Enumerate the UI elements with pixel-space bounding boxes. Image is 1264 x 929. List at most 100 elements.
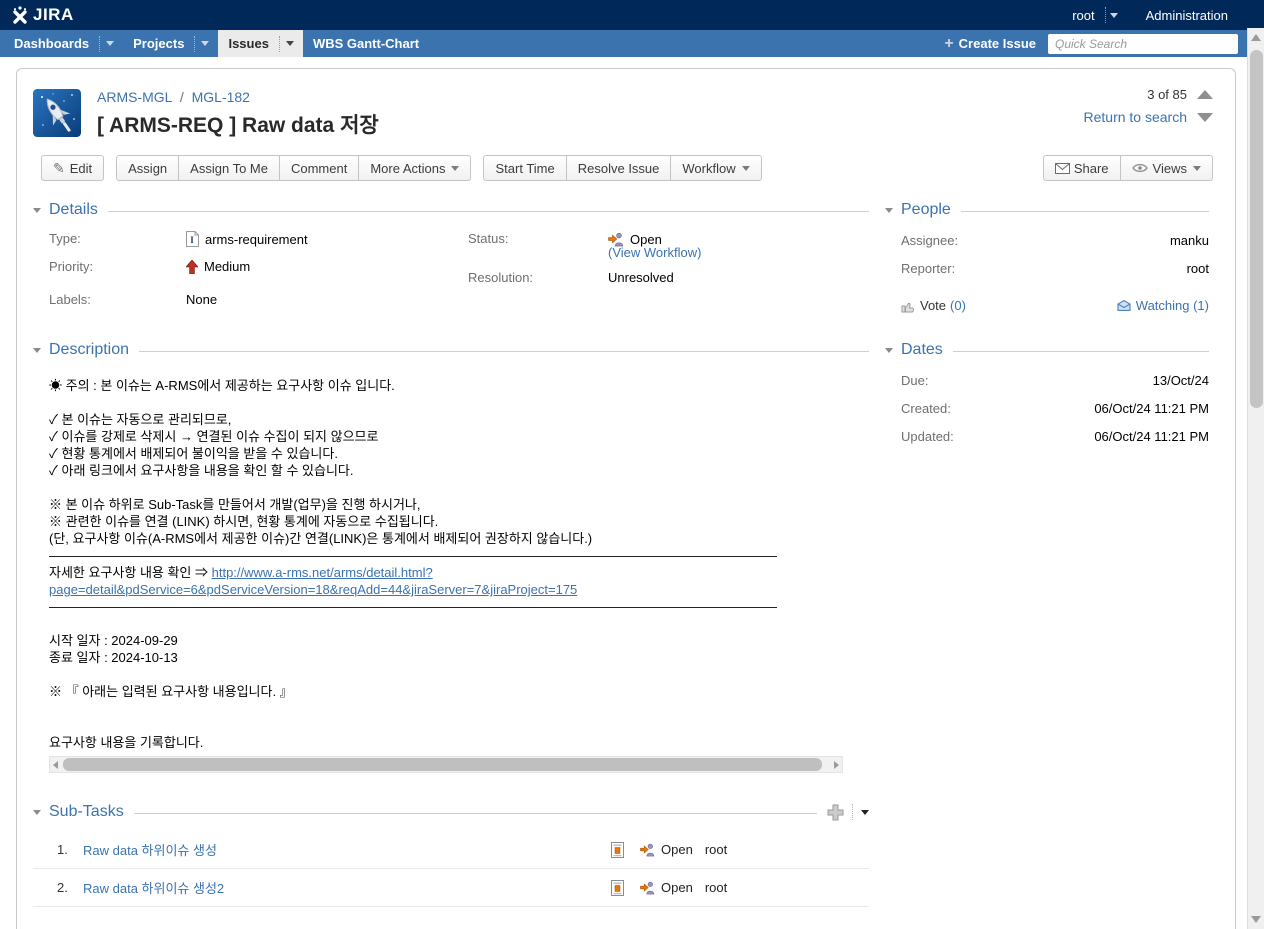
quick-search-input[interactable] (1048, 34, 1238, 54)
subtask-link[interactable]: Raw data 하위이슈 생성 (83, 843, 217, 858)
status-open-icon (640, 880, 655, 895)
envelope-icon (1055, 163, 1070, 174)
more-actions-button[interactable]: More Actions (359, 155, 471, 181)
resolution-label: Resolution: (468, 270, 608, 285)
assignee-label: Assignee: (901, 233, 958, 248)
updated-label: Updated: (901, 429, 954, 444)
due-value: 13/Oct/24 (1153, 373, 1209, 388)
people-heading: People (901, 201, 951, 219)
collapse-icon[interactable] (33, 810, 41, 815)
jira-logo[interactable]: JIRA (10, 5, 74, 25)
collapse-icon[interactable] (885, 208, 893, 213)
type-label: Type: (49, 231, 186, 246)
return-to-search-link[interactable]: Return to search (1084, 109, 1188, 125)
subtask-type-icon (611, 842, 624, 858)
subtask-link[interactable]: Raw data 하위이슈 생성2 (83, 881, 224, 896)
scroll-down-icon[interactable] (1251, 916, 1261, 923)
labels-label: Labels: (49, 292, 186, 307)
nav-dashboards[interactable]: Dashboards (4, 30, 123, 57)
nav-projects-dropdown[interactable] (194, 36, 218, 52)
breadcrumb-project-link[interactable]: ARMS-MGL (97, 89, 172, 105)
breadcrumb-issue-key-link[interactable]: MGL-182 (192, 89, 250, 105)
priority-value: Medium (186, 259, 250, 274)
dates-module: Dates Due: 13/Oct/24 Created: 06/Oct/24 … (885, 341, 1209, 444)
user-menu-caret-icon[interactable] (1110, 13, 1118, 18)
type-value: I arms-requirement (186, 231, 308, 247)
divider (108, 211, 869, 212)
pencil-icon: ✎ (53, 160, 65, 177)
requirement-type-icon: I (186, 231, 199, 247)
scrollbar-thumb[interactable] (63, 758, 822, 771)
jira-logo-text: JIRA (33, 5, 74, 25)
svg-text:I: I (190, 235, 194, 245)
collapse-icon[interactable] (885, 348, 893, 353)
nav-projects[interactable]: Projects (123, 30, 218, 57)
resolve-issue-button[interactable]: Resolve Issue (567, 155, 672, 181)
collapse-icon[interactable] (33, 208, 41, 213)
subtask-options-caret-icon[interactable] (861, 810, 869, 815)
nav-wbs-gantt-chart[interactable]: WBS Gantt-Chart (303, 30, 429, 57)
divider (961, 211, 1209, 212)
subtask-row: 2. Raw data 하위이슈 생성2 (33, 869, 869, 907)
issue-toolbar: ✎ Edit Assign Assign To Me Comment More … (41, 155, 1213, 181)
chevron-down-icon (1193, 166, 1201, 171)
priority-medium-icon (186, 260, 198, 274)
comment-button[interactable]: Comment (280, 155, 359, 181)
view-workflow-link[interactable]: (View Workflow) (608, 245, 701, 260)
project-avatar-rocket[interactable] (33, 89, 81, 137)
jira-charlie-icon (10, 5, 30, 25)
user-menu[interactable]: root (1066, 8, 1100, 23)
created-label: Created: (901, 401, 951, 416)
dash-divider: ――――――――――――――――――――――――――――――――――――――――… (49, 598, 869, 615)
administration-link[interactable]: Administration (1140, 8, 1234, 23)
assign-button[interactable]: Assign (116, 155, 179, 181)
description-text: ☀ 주의 : 본 이슈는 A-RMS에서 제공하는 요구사항 이슈 입니다. ✓… (33, 359, 869, 751)
subtask-status: Open (661, 880, 693, 895)
breadcrumb: ARMS-MGL / MGL-182 (97, 89, 1213, 105)
nav-dashboards-dropdown[interactable] (99, 36, 123, 52)
pager-count: 3 of 85 (1147, 87, 1187, 102)
status-open-icon (640, 842, 655, 857)
people-module: People Assignee: manku Reporter: root (885, 201, 1209, 313)
previous-issue-icon[interactable] (1197, 90, 1213, 99)
details-heading: Details (49, 201, 98, 219)
nav-issues[interactable]: Issues (218, 30, 302, 57)
workflow-button[interactable]: Workflow (671, 155, 761, 181)
edit-button[interactable]: ✎ Edit (41, 155, 104, 181)
description-horizontal-scrollbar[interactable] (49, 756, 843, 773)
nav-issues-dropdown[interactable] (279, 36, 303, 52)
details-module: Details Type: I (33, 201, 869, 319)
scrollbar-thumb[interactable] (1250, 50, 1263, 408)
chevron-down-icon (742, 166, 750, 171)
divider (1105, 7, 1106, 23)
plus-icon (827, 804, 844, 821)
page-vertical-scrollbar[interactable] (1247, 28, 1264, 929)
divider (953, 351, 1209, 352)
plus-icon: + (944, 35, 953, 53)
updated-value: 06/Oct/24 11:21 PM (1094, 429, 1209, 444)
assign-to-me-button[interactable]: Assign To Me (179, 155, 280, 181)
requirement-detail-link-continued[interactable]: page=detail&pdService=6&pdServiceVersion… (49, 582, 577, 597)
collapse-icon[interactable] (33, 348, 41, 353)
due-label: Due: (901, 373, 928, 388)
add-subtask-button[interactable] (827, 804, 844, 821)
assignee-value: manku (1170, 233, 1209, 248)
dash-divider: ――――――――――――――――――――――――――――――――――――――――… (49, 547, 869, 564)
start-time-button[interactable]: Start Time (483, 155, 566, 181)
subtask-assignee: root (705, 880, 727, 895)
divider (134, 813, 817, 814)
thumbs-up-icon (901, 299, 915, 313)
watching-button[interactable]: Watching (1) (1117, 298, 1209, 313)
scroll-up-icon[interactable] (1251, 34, 1261, 41)
vote-button[interactable]: Vote (0) (901, 298, 966, 313)
scroll-right-icon[interactable] (834, 761, 839, 769)
dates-heading: Dates (901, 341, 943, 359)
requirement-detail-link[interactable]: http://www.a-rms.net/arms/detail.html? (212, 565, 433, 580)
next-issue-icon[interactable] (1197, 113, 1213, 122)
main-nav-bar: Dashboards Projects Issues WBS Gantt-Cha… (0, 30, 1264, 57)
create-issue-button[interactable]: + Create Issue (944, 35, 1036, 53)
views-button[interactable]: Views (1121, 155, 1213, 181)
issue-header: ARMS-MGL / MGL-182 [ ARMS-REQ ] Raw data… (33, 69, 1213, 141)
share-button[interactable]: Share (1043, 155, 1121, 181)
scroll-left-icon[interactable] (53, 761, 58, 769)
